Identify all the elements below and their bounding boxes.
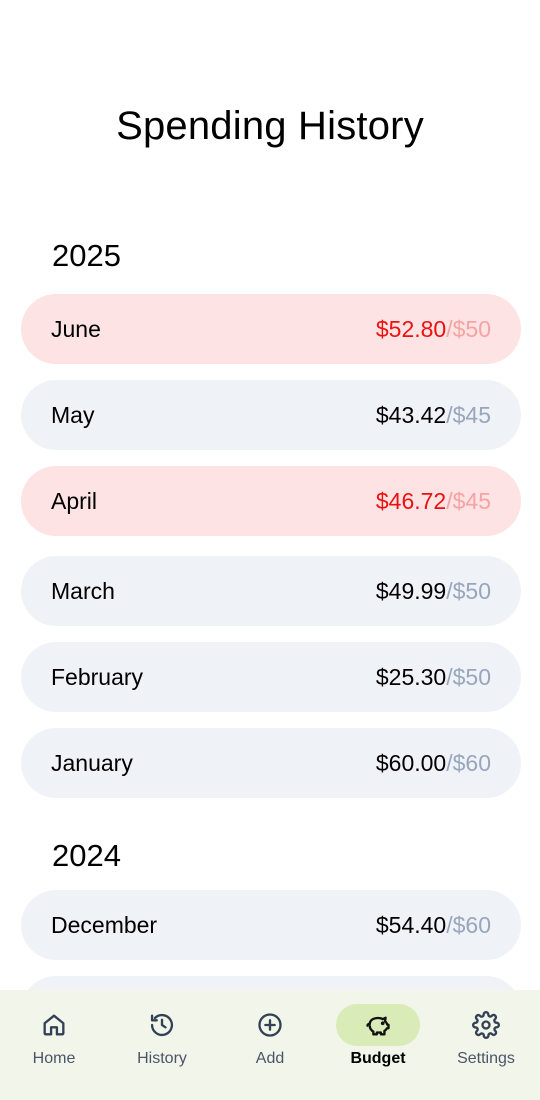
spent-amount: $43.42 — [375, 401, 447, 428]
year-heading-2025: 2025 — [52, 238, 121, 273]
month-label: May — [51, 401, 95, 428]
month-amount: $25.30/$50 — [376, 664, 491, 691]
spent-amount: $46.72 — [375, 487, 447, 514]
month-amount: $52.80/$50 — [376, 316, 491, 343]
spent-amount: $25.30 — [375, 663, 447, 690]
month-label: December — [51, 911, 158, 938]
home-icon — [12, 1004, 96, 1046]
month-amount: $46.72/$45 — [376, 488, 491, 515]
nav-add[interactable]: Add — [216, 990, 324, 1100]
spent-amount: $49.99 — [375, 577, 447, 604]
spent-amount: $60.00 — [375, 749, 447, 776]
month-label: January — [51, 749, 133, 776]
gear-icon — [444, 1004, 528, 1046]
month-row-december[interactable]: December $54.40/$60 — [21, 890, 521, 960]
month-amount: $43.42/$45 — [376, 402, 491, 429]
budget-amount: /$45 — [446, 401, 491, 428]
add-circle-icon — [228, 1004, 312, 1046]
month-row-april[interactable]: April $46.72/$45 — [21, 466, 521, 536]
page-title: Spending History — [116, 104, 424, 148]
month-amount: $60.00/$60 — [376, 750, 491, 777]
month-amount: $49.99/$50 — [376, 578, 491, 605]
nav-label: History — [137, 1050, 187, 1067]
bottom-nav: Home History Add Budget Settings — [0, 990, 540, 1100]
history-icon — [120, 1004, 204, 1046]
spent-amount: $52.80 — [375, 315, 447, 342]
nav-history[interactable]: History — [108, 990, 216, 1100]
nav-label: Settings — [457, 1050, 515, 1067]
budget-amount: /$50 — [446, 315, 491, 342]
month-label: February — [51, 663, 144, 690]
year-heading-2024: 2024 — [52, 838, 121, 873]
month-amount: $54.40/$60 — [376, 912, 491, 939]
month-row-january[interactable]: January $60.00/$60 — [21, 728, 521, 798]
month-row-february[interactable]: February $25.30/$50 — [21, 642, 521, 712]
budget-amount: /$60 — [446, 749, 491, 776]
nav-label: Home — [32, 1050, 76, 1067]
nav-label: Add — [255, 1050, 285, 1067]
budget-amount: /$50 — [446, 663, 491, 690]
month-label: March — [51, 577, 115, 604]
month-row-march[interactable]: March $49.99/$50 — [21, 556, 521, 626]
nav-label: Budget — [350, 1050, 406, 1067]
budget-amount: /$60 — [446, 911, 491, 938]
month-row-may[interactable]: May $43.42/$45 — [21, 380, 521, 450]
month-label: April — [51, 487, 98, 514]
budget-amount: /$45 — [446, 487, 491, 514]
nav-settings[interactable]: Settings — [432, 990, 540, 1100]
month-row-june[interactable]: June $52.80/$50 — [21, 294, 521, 364]
month-label: June — [51, 315, 101, 342]
spent-amount: $54.40 — [375, 911, 447, 938]
piggy-bank-icon — [336, 1004, 420, 1046]
budget-amount: /$50 — [446, 577, 491, 604]
nav-home[interactable]: Home — [0, 990, 108, 1100]
nav-budget[interactable]: Budget — [324, 990, 432, 1100]
